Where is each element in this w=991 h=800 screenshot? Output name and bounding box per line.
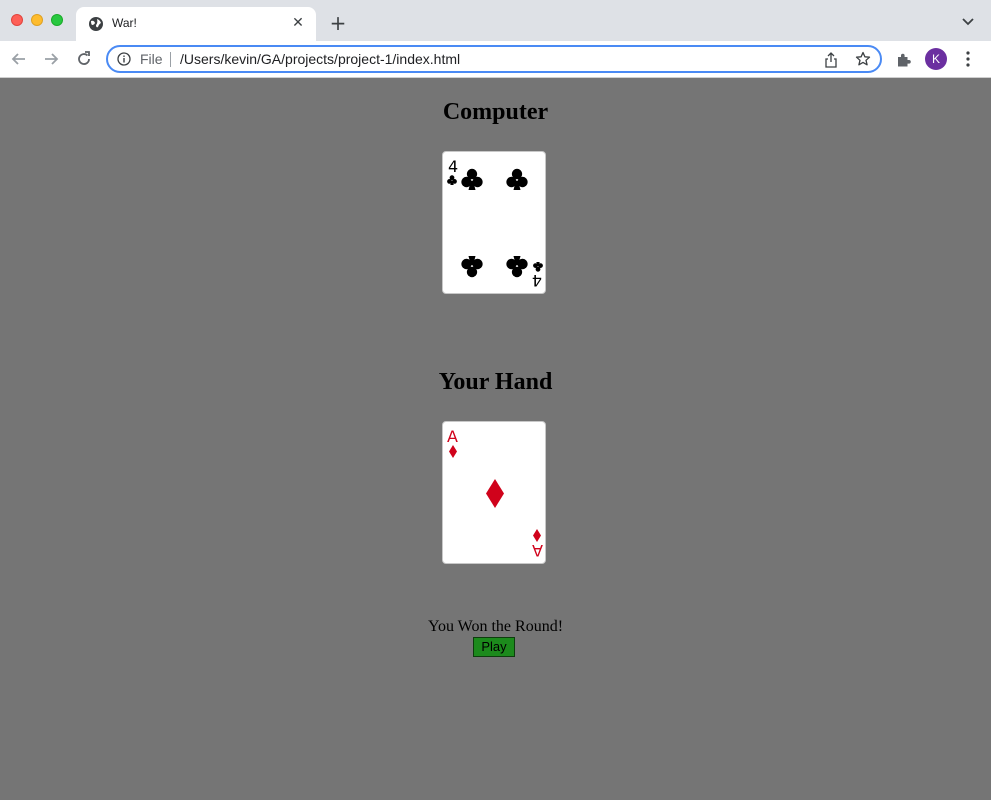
page-content: Computer 4 4 Your Hand A A You Won the R… xyxy=(0,78,991,800)
computer-card-rank: 4 xyxy=(448,157,458,176)
extensions-puzzle-icon[interactable] xyxy=(895,51,913,69)
new-tab-button[interactable]: + xyxy=(328,13,348,33)
computer-card-rank-rotated: 4 xyxy=(532,271,542,290)
player-heading: Your Hand xyxy=(438,369,553,395)
play-button[interactable]: Play xyxy=(473,637,515,657)
close-window-button[interactable] xyxy=(11,14,23,26)
globe-icon xyxy=(89,17,103,31)
reload-icon[interactable] xyxy=(74,49,94,69)
four-of-clubs-icon: 4 4 xyxy=(447,157,543,290)
player-card-rank-rotated: A xyxy=(532,541,543,560)
maximize-window-button[interactable] xyxy=(51,14,63,26)
chevron-down-icon[interactable] xyxy=(961,14,975,28)
tab-strip: War! ✕ + xyxy=(0,0,991,41)
minimize-window-button[interactable] xyxy=(31,14,43,26)
share-icon[interactable] xyxy=(824,52,838,68)
forward-arrow-icon[interactable] xyxy=(41,49,61,69)
tab-title: War! xyxy=(112,16,137,30)
computer-heading: Computer xyxy=(442,99,549,125)
ace-of-diamonds-icon: A A xyxy=(447,427,543,560)
profile-avatar[interactable]: K xyxy=(925,48,947,70)
player-card-rank: A xyxy=(447,427,458,446)
round-status: You Won the Round! xyxy=(427,618,564,635)
browser-toolbar: File /Users/kevin/GA/projects/project-1/… xyxy=(0,41,991,78)
browser-window: War! ✕ + File /Users/kevin/GA/projects/p… xyxy=(0,0,991,800)
more-menu-icon[interactable] xyxy=(960,50,976,68)
bookmark-star-icon[interactable] xyxy=(855,51,871,67)
address-bar[interactable]: File /Users/kevin/GA/projects/project-1/… xyxy=(106,45,882,73)
close-tab-icon[interactable]: ✕ xyxy=(290,15,306,31)
player-card: A A xyxy=(442,421,546,564)
back-arrow-icon[interactable] xyxy=(9,49,29,69)
info-icon[interactable] xyxy=(117,52,131,66)
omnibox-divider xyxy=(170,52,171,67)
computer-card: 4 4 xyxy=(442,151,546,294)
tab-war[interactable]: War! ✕ xyxy=(76,7,316,41)
scheme-label: File xyxy=(140,51,163,67)
url-text[interactable]: /Users/kevin/GA/projects/project-1/index… xyxy=(180,51,460,67)
